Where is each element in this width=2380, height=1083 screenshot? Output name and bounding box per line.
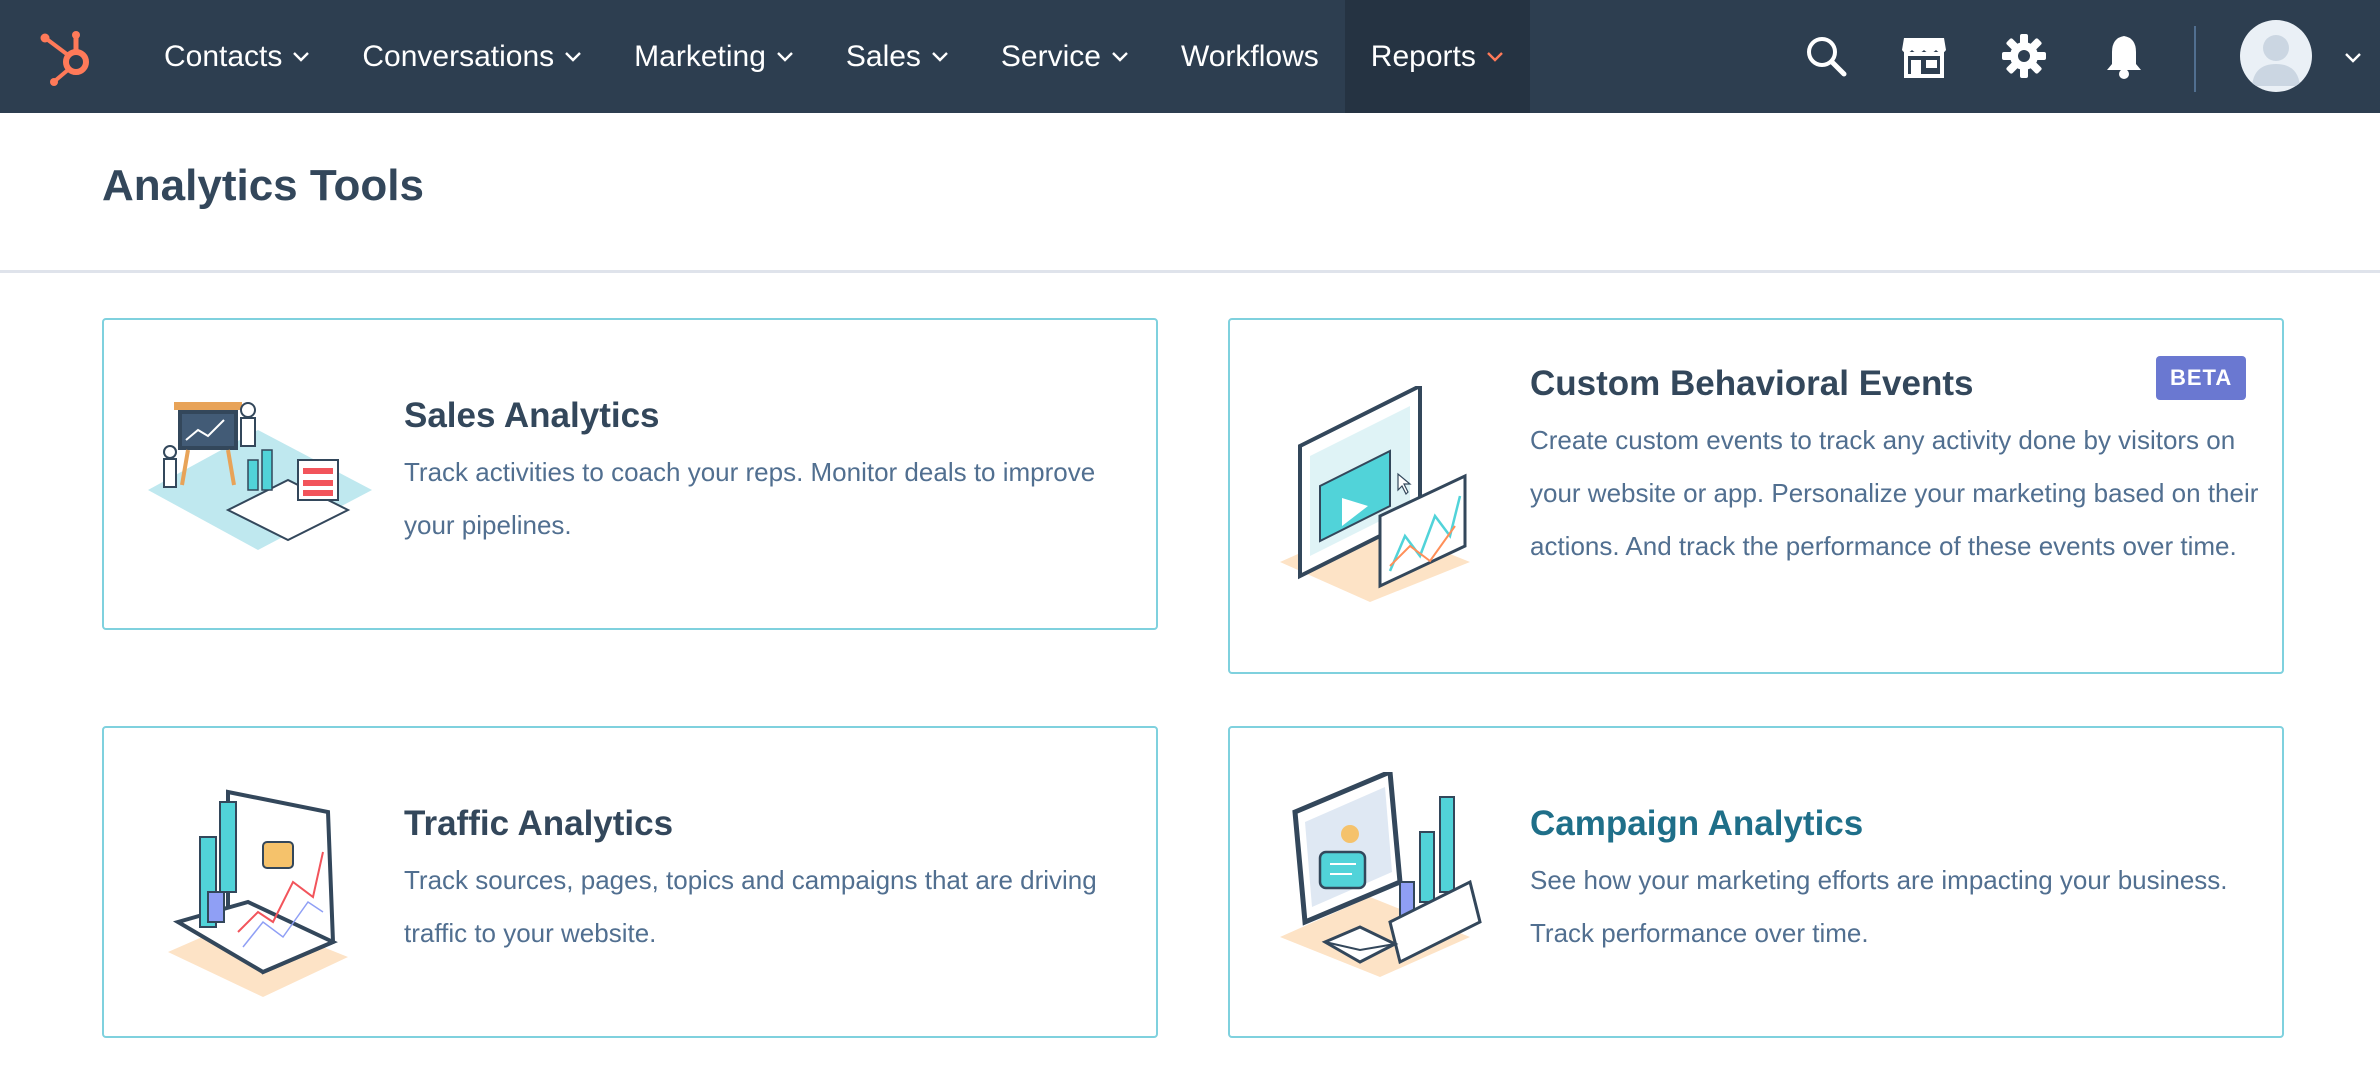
nav-item-contacts[interactable]: Contacts [138, 0, 336, 113]
card-description: Track sources, pages, topics and campaig… [404, 865, 1097, 948]
card-description: Create custom events to track any activi… [1530, 425, 2259, 561]
nav-item-reports[interactable]: Reports [1344, 0, 1530, 113]
nav-item-service[interactable]: Service [975, 0, 1155, 113]
nav-item-label: Marketing [634, 39, 766, 73]
hubspot-logo-icon[interactable] [34, 22, 100, 88]
page-title: Analytics Tools [102, 161, 424, 210]
notifications-bell-icon[interactable] [2098, 30, 2150, 82]
campaign-analytics-card[interactable]: Campaign Analytics See how your marketin… [1228, 726, 2284, 1038]
default-user-icon [2252, 35, 2300, 86]
traffic-analytics-card[interactable]: Traffic Analytics Track sources, pages, … [102, 726, 1158, 1038]
card-title[interactable]: Sales Analytics [404, 396, 660, 436]
card-title[interactable]: Traffic Analytics [404, 804, 673, 844]
traffic-analytics-illustration-icon [168, 789, 348, 997]
chevron-down-icon [293, 51, 310, 62]
nav-item-label: Sales [845, 39, 921, 73]
chevron-down-icon [1486, 51, 1503, 62]
main-menu: Contacts Conversations Marketing Sales S… [138, 0, 1530, 113]
chevron-down-icon [1112, 51, 1128, 62]
user-avatar[interactable] [2240, 20, 2312, 92]
behavioral-events-illustration-icon [1280, 386, 1470, 602]
nav-item-sales[interactable]: Sales [820, 0, 975, 113]
settings-gear-icon[interactable] [1998, 30, 2050, 82]
chevron-down-icon [565, 51, 582, 62]
chevron-down-icon[interactable] [2344, 52, 2362, 64]
chevron-down-icon [932, 51, 948, 62]
chevron-down-icon [777, 51, 793, 62]
custom-behavioral-events-card[interactable]: Custom Behavioral Events BETA Create cus… [1228, 318, 2284, 674]
card-title[interactable]: Campaign Analytics [1530, 804, 1863, 844]
nav-item-workflows[interactable]: Workflows [1155, 0, 1345, 113]
nav-item-conversations[interactable]: Conversations [336, 0, 608, 113]
nav-item-marketing[interactable]: Marketing [608, 0, 820, 113]
page-header: Analytics Tools [0, 113, 2380, 273]
campaign-analytics-illustration-icon [1280, 772, 1482, 977]
marketplace-icon[interactable] [1898, 30, 1950, 82]
beta-badge: BETA [2156, 356, 2247, 400]
card-description: See how your marketing efforts are impac… [1530, 865, 2228, 948]
nav-item-label: Reports [1370, 39, 1476, 73]
sales-analytics-card[interactable]: Sales Analytics Track activities to coac… [102, 318, 1158, 630]
top-navigation-bar: Contacts Conversations Marketing Sales S… [0, 0, 2380, 113]
sales-analytics-illustration-icon [148, 402, 372, 550]
nav-item-label: Conversations [362, 39, 555, 73]
card-description: Track activities to coach your reps. Mon… [404, 457, 1096, 540]
card-title[interactable]: Custom Behavioral Events [1530, 364, 1973, 404]
nav-item-label: Workflows [1180, 39, 1319, 73]
search-icon[interactable] [1800, 30, 1852, 82]
nav-item-label: Service [1000, 39, 1101, 73]
nav-divider [2194, 26, 2196, 92]
nav-item-label: Contacts [164, 39, 283, 73]
